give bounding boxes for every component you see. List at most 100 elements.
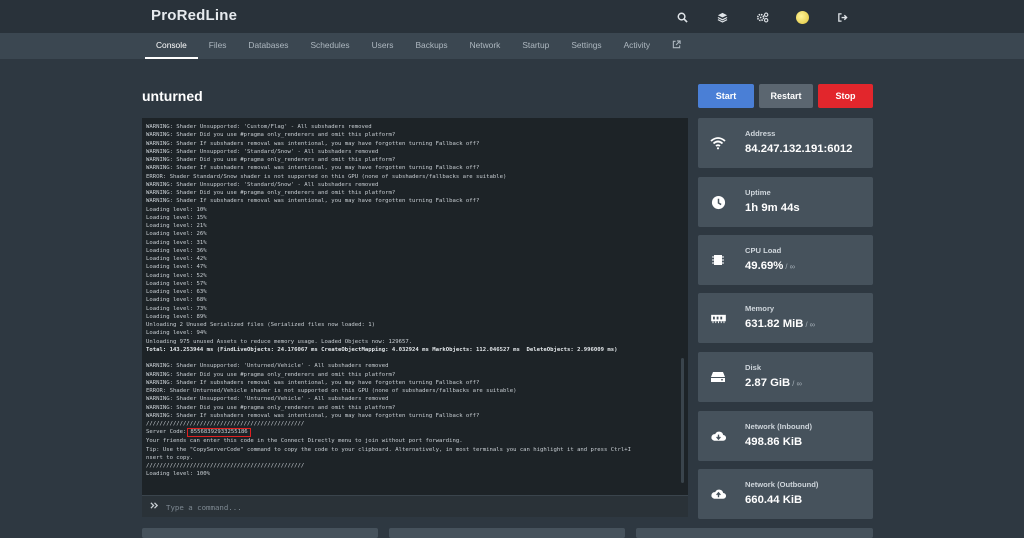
top-bar: ProRedLine bbox=[0, 0, 1024, 33]
console-line: WARNING: Shader Unsupported: 'Unturned/V… bbox=[146, 363, 389, 370]
stat-card-network-inbound: Network (Inbound) 498.86 KiB bbox=[698, 411, 873, 461]
bottom-panel bbox=[389, 528, 625, 538]
stat-card-cpu: CPU Load 49.69% / ∞ bbox=[698, 235, 873, 285]
logout-icon[interactable] bbox=[822, 8, 862, 26]
memory-icon bbox=[698, 293, 738, 343]
console-line: Loading level: 26% bbox=[146, 231, 207, 238]
stat-value: 49.69% / ∞ bbox=[745, 260, 795, 272]
wifi-icon bbox=[698, 118, 738, 168]
stat-value-number: 49.69% bbox=[745, 260, 784, 272]
console-line: Loading level: 68% bbox=[146, 297, 207, 304]
stat-value-number: 631.82 MiB bbox=[745, 318, 804, 330]
bottom-panel bbox=[636, 528, 873, 538]
console-line: ////////////////////////////////////////… bbox=[146, 421, 305, 427]
tab-activity[interactable]: Activity bbox=[613, 33, 662, 59]
stat-value: 498.86 KiB bbox=[745, 436, 803, 448]
stat-label: Address bbox=[745, 129, 776, 138]
stat-card-memory: Memory 631.82 MiB / ∞ bbox=[698, 293, 873, 343]
server-code-label: Server Code: bbox=[146, 429, 187, 436]
brand-logo[interactable]: ProRedLine bbox=[151, 7, 237, 24]
console-line: Tip: Use the "CopyServerCode" command to… bbox=[146, 446, 631, 453]
stat-card-uptime: Uptime 1h 9m 44s bbox=[698, 177, 873, 227]
console-line: Loading level: 100% bbox=[146, 471, 210, 478]
sub-navigation: Console Files Databases Schedules Users … bbox=[0, 33, 1024, 59]
stat-value: 660.44 KiB bbox=[745, 494, 803, 506]
tab-files[interactable]: Files bbox=[198, 33, 238, 59]
command-bar bbox=[142, 495, 688, 517]
console-line: WARNING: Shader Did you use #pragma only… bbox=[146, 190, 396, 196]
console-line: WARNING: Shader If subshaders removal wa… bbox=[146, 165, 480, 172]
console-line: WARNING: Shader If subshaders removal wa… bbox=[146, 379, 480, 386]
cloud-download-icon bbox=[698, 411, 738, 461]
server-code-highlight[interactable]: 85568392933255186 bbox=[187, 428, 251, 438]
console-line: WARNING: Shader Unsupported: 'Unturned/V… bbox=[146, 396, 389, 403]
stat-limit: / ∞ bbox=[790, 379, 802, 388]
stat-label: Network (Outbound) bbox=[745, 480, 819, 489]
console-line: Loading level: 47% bbox=[146, 264, 207, 271]
console-line: WARNING: Shader Did you use #pragma only… bbox=[146, 157, 396, 163]
console-line: WARNING: Shader If subshaders removal wa… bbox=[146, 198, 480, 205]
restart-button[interactable]: Restart bbox=[759, 84, 813, 108]
tab-network[interactable]: Network bbox=[459, 33, 512, 59]
tab-backups[interactable]: Backups bbox=[404, 33, 458, 59]
command-input[interactable] bbox=[164, 499, 668, 516]
console-line: Your friends can enter this code in the … bbox=[146, 438, 463, 445]
external-link-icon[interactable] bbox=[661, 33, 692, 59]
cloud-upload-icon bbox=[698, 469, 738, 519]
stat-value-number: 2.87 GiB bbox=[745, 377, 791, 389]
stat-label: Network (Inbound) bbox=[745, 422, 813, 431]
server-code-line: Server Code: 85568392933255186 bbox=[146, 428, 674, 438]
console-line: Loading level: 36% bbox=[146, 247, 207, 254]
search-icon[interactable] bbox=[662, 8, 702, 26]
console-line: Unloading 2 Unused Serialized files (Ser… bbox=[146, 322, 376, 328]
console-line: WARNING: Shader Did you use #pragma only… bbox=[146, 132, 396, 139]
settings-icon[interactable] bbox=[742, 8, 782, 26]
tab-databases[interactable]: Databases bbox=[237, 33, 299, 59]
stat-card-disk: Disk 2.87 GiB / ∞ bbox=[698, 352, 873, 402]
server-name: unturned bbox=[142, 88, 203, 104]
tab-console[interactable]: Console bbox=[145, 33, 198, 59]
console-line: Loading level: 94% bbox=[146, 330, 207, 337]
console-line: ERROR: Shader Unturned/Vehicle shader is… bbox=[146, 388, 517, 394]
stat-limit: / ∞ bbox=[803, 320, 816, 329]
console-line: Loading level: 52% bbox=[146, 272, 207, 279]
console-line: Loading level: 10% bbox=[146, 206, 207, 213]
clock-icon bbox=[698, 177, 738, 227]
stat-label: Memory bbox=[745, 304, 775, 313]
cpu-icon bbox=[698, 235, 738, 285]
stat-limit: / ∞ bbox=[783, 262, 795, 271]
hdd-icon bbox=[698, 352, 738, 402]
console-line: WARNING: Shader Unsupported: 'Standard/S… bbox=[146, 148, 379, 155]
stat-card-network-outbound: Network (Outbound) 660.44 KiB bbox=[698, 469, 873, 519]
layers-icon[interactable] bbox=[702, 8, 742, 26]
chevron-right-icon bbox=[150, 502, 159, 509]
console-line: ERROR: Shader Standard/Snow shader is no… bbox=[146, 173, 507, 180]
console-line: Loading level: 73% bbox=[146, 305, 207, 312]
console-line: WARNING: Shader If subshaders removal wa… bbox=[146, 412, 480, 419]
stat-value: 1h 9m 44s bbox=[745, 202, 800, 214]
stat-value: 631.82 MiB / ∞ bbox=[745, 318, 815, 330]
stat-label: CPU Load bbox=[745, 246, 782, 255]
console-line: WARNING: Shader If subshaders removal wa… bbox=[146, 140, 480, 147]
tab-settings[interactable]: Settings bbox=[560, 33, 612, 59]
console-line: Loading level: 31% bbox=[146, 239, 207, 246]
console-line: WARNING: Shader Did you use #pragma only… bbox=[146, 404, 396, 411]
tab-users[interactable]: Users bbox=[361, 33, 405, 59]
console-line: Loading level: 15% bbox=[146, 214, 207, 221]
tab-startup[interactable]: Startup bbox=[511, 33, 560, 59]
console-line: Unloading 975 unused Assets to reduce me… bbox=[146, 338, 413, 345]
tab-schedules[interactable]: Schedules bbox=[299, 33, 360, 59]
stop-button[interactable]: Stop bbox=[818, 84, 873, 108]
console-line: WARNING: Shader Did you use #pragma only… bbox=[146, 371, 396, 378]
console-scrollbar[interactable] bbox=[681, 358, 684, 483]
console-output[interactable]: WARNING: Shader Unsupported: 'Custom/Fla… bbox=[142, 118, 688, 495]
stat-label: Disk bbox=[745, 363, 762, 372]
avatar[interactable] bbox=[782, 8, 822, 26]
console-line: nsert to copy. bbox=[146, 454, 194, 461]
stat-value: 2.87 GiB / ∞ bbox=[745, 377, 802, 389]
console-line: Total: 143.253944 ms (FindLiveObjects: 2… bbox=[146, 346, 618, 353]
stat-label: Uptime bbox=[745, 188, 771, 197]
start-button[interactable]: Start bbox=[698, 84, 754, 108]
console-line: WARNING: Shader Unsupported: 'Custom/Fla… bbox=[146, 124, 372, 130]
